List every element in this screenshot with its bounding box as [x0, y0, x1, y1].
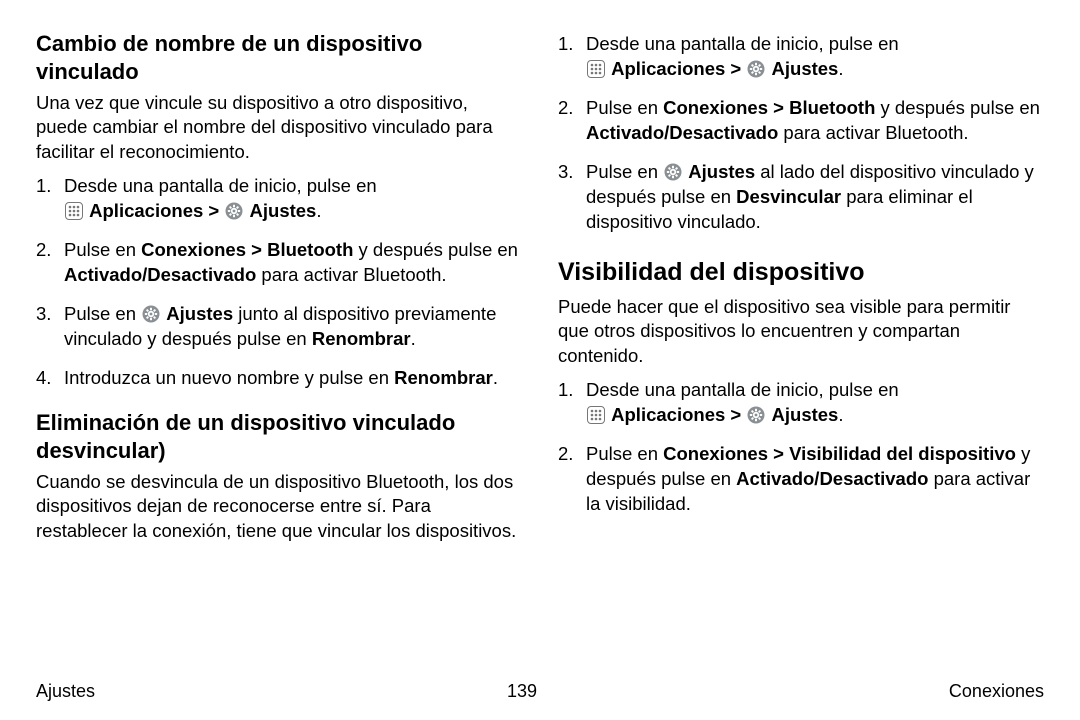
footer-left: Ajustes — [36, 681, 95, 702]
step: Introduzca un nuevo nombre y pulse en Re… — [36, 366, 522, 391]
text-bold: Activado/Desactivado — [64, 264, 256, 285]
text: Desde una pantalla de inicio, pulse en — [64, 175, 377, 196]
settings-label: Ajustes — [772, 404, 839, 425]
steps-visibility: Desde una pantalla de inicio, pulse en A… — [558, 378, 1044, 517]
text: . — [838, 58, 843, 79]
gear-icon — [225, 202, 243, 220]
steps-remove: Desde una pantalla de inicio, pulse en A… — [558, 32, 1044, 235]
gear-icon — [747, 406, 765, 424]
apps-icon — [65, 202, 83, 220]
text: . — [316, 200, 321, 221]
text-bold: Conexiones > Bluetooth — [663, 97, 875, 118]
page-footer: Ajustes 139 Conexiones — [36, 671, 1044, 702]
text-bold: Activado/Desactivado — [586, 122, 778, 143]
text-bold: Conexiones > Visibilidad del dispositivo — [663, 443, 1016, 464]
text-bold: Desvincular — [736, 186, 841, 207]
heading-visibility: Visibilidad del dispositivo — [558, 257, 1044, 287]
step: Desde una pantalla de inicio, pulse en A… — [558, 378, 1044, 428]
left-column: Cambio de nombre de un dispositivo vincu… — [36, 30, 522, 671]
paragraph: Puede hacer que el dispositivo sea visib… — [558, 295, 1044, 368]
heading-remove-device: Eliminación de un dispositivo vinculado … — [36, 409, 522, 464]
gear-icon — [142, 305, 160, 323]
paragraph: Una vez que vincule su dispositivo a otr… — [36, 91, 522, 164]
step: Pulse en Conexiones > Bluetooth y despué… — [36, 238, 522, 288]
chevron: > — [725, 404, 746, 425]
page-body: Cambio de nombre de un dispositivo vincu… — [36, 30, 1044, 671]
text: Pulse en — [586, 443, 663, 464]
text: . — [411, 328, 416, 349]
step: Pulse en Conexiones > Visibilidad del di… — [558, 442, 1044, 517]
apps-label: Aplicaciones — [89, 200, 203, 221]
text: . — [838, 404, 843, 425]
settings-label: Ajustes — [772, 58, 839, 79]
footer-right: Conexiones — [949, 681, 1044, 702]
apps-label: Aplicaciones — [611, 404, 725, 425]
apps-icon — [587, 60, 605, 78]
apps-icon — [587, 406, 605, 424]
steps-rename: Desde una pantalla de inicio, pulse en A… — [36, 174, 522, 391]
step: Pulse en Conexiones > Bluetooth y despué… — [558, 96, 1044, 146]
settings-label: Ajustes — [166, 303, 233, 324]
text: Introduzca un nuevo nombre y pulse en — [64, 367, 394, 388]
heading-rename-device: Cambio de nombre de un dispositivo vincu… — [36, 30, 522, 85]
text: para activar Bluetooth. — [256, 264, 446, 285]
text-bold: Activado/Desactivado — [736, 468, 928, 489]
text: . — [493, 367, 498, 388]
text: y después pulse en — [875, 97, 1040, 118]
text-bold: Renombrar — [312, 328, 411, 349]
text: Pulse en — [586, 161, 663, 182]
step: Pulse en Ajustes al lado del dispositivo… — [558, 160, 1044, 235]
text: Pulse en — [64, 303, 141, 324]
text-bold: Conexiones > Bluetooth — [141, 239, 353, 260]
chevron: > — [725, 58, 746, 79]
gear-icon — [747, 60, 765, 78]
text: y después pulse en — [353, 239, 518, 260]
gear-icon — [664, 163, 682, 181]
chevron: > — [203, 200, 224, 221]
step: Pulse en Ajustes junto al dispositivo pr… — [36, 302, 522, 352]
text: Pulse en — [64, 239, 141, 260]
text: Pulse en — [586, 97, 663, 118]
paragraph: Cuando se desvincula de un dispositivo B… — [36, 470, 522, 543]
footer-page: 139 — [507, 681, 537, 702]
text: para activar Bluetooth. — [778, 122, 968, 143]
right-column: Desde una pantalla de inicio, pulse en A… — [558, 30, 1044, 671]
text: Desde una pantalla de inicio, pulse en — [586, 379, 899, 400]
text: Desde una pantalla de inicio, pulse en — [586, 33, 899, 54]
settings-label: Ajustes — [688, 161, 755, 182]
apps-label: Aplicaciones — [611, 58, 725, 79]
text-bold: Renombrar — [394, 367, 493, 388]
step: Desde una pantalla de inicio, pulse en A… — [558, 32, 1044, 82]
step: Desde una pantalla de inicio, pulse en A… — [36, 174, 522, 224]
settings-label: Ajustes — [250, 200, 317, 221]
